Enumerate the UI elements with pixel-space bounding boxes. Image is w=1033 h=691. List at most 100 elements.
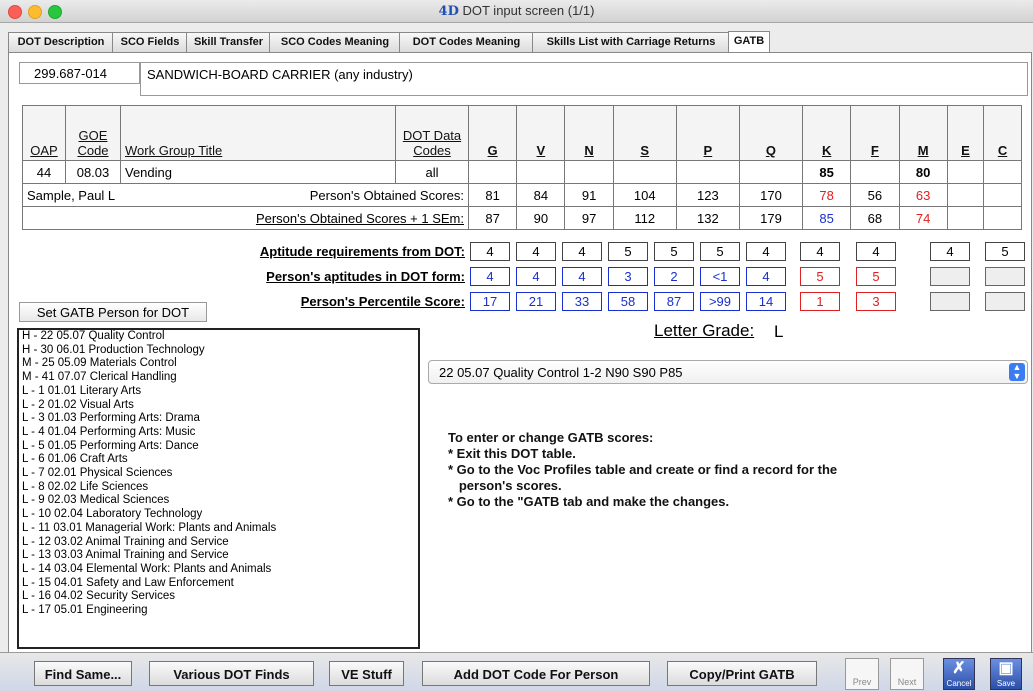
percentile-box: 58 [608,292,648,311]
tab-sco-fields[interactable]: SCO Fields [112,32,188,52]
percentile-box: 87 [654,292,694,311]
tab-skill-transfer[interactable]: Skill Transfer [186,32,271,52]
dot-title-field[interactable]: SANDWICH-BOARD CARRIER (any industry) [140,62,1028,96]
tab-dot-codes-meaning[interactable]: DOT Codes Meaning [399,32,534,52]
list-item[interactable]: L - 5 01.05 Performing Arts: Dance [19,440,418,454]
percentile-box: 3 [856,292,896,311]
sem-cell: 87 [467,206,518,230]
list-item[interactable]: L - 8 02.02 Life Sciences [19,481,418,495]
window-title: 4D DOT input screen (1/1) [0,3,1033,19]
header-apt-m: M [898,105,948,161]
next-button[interactable]: Next [890,658,924,690]
letter-grade-label: Letter Grade: [654,321,755,340]
table-row: Person's Obtained Scores + 1 SEm: 87 90 … [22,206,1022,230]
oap-cell: 44 [22,160,66,184]
various-dot-finds-button[interactable]: Various DOT Finds [149,661,314,686]
chevron-up-down-icon: ▲ ▼ [1009,363,1025,381]
instruction-line: * Go to the Voc Profiles table and creat… [448,462,838,477]
prev-button[interactable]: Prev [845,658,879,690]
person-apt-box: 5 [800,267,840,286]
score-cell: 123 [675,183,740,207]
header-apt-n: N [564,105,614,161]
header-apt-v: V [516,105,566,161]
percentile-box [985,292,1025,311]
list-item[interactable]: L - 14 03.04 Elemental Work: Plants and … [19,563,418,577]
tab-dot-description[interactable]: DOT Description [8,32,114,52]
person-apt-box [930,267,970,286]
list-item[interactable]: L - 1 01.01 Literary Arts [19,385,418,399]
sem-cell: 74 [898,206,948,230]
save-button[interactable]: ▣ Save [990,658,1022,690]
dot-data-cell: all [395,160,469,184]
list-item[interactable]: L - 6 01.06 Craft Arts [19,453,418,467]
list-item[interactable]: L - 9 02.03 Medical Sciences [19,494,418,508]
percentile-label: Person's Percentile Score: [300,294,465,309]
score-cell: 81 [467,183,518,207]
instruction-line: * Exit this DOT table. [448,446,576,461]
tab-gatb[interactable]: GATB [728,31,770,53]
work-group-select[interactable]: 22 05.07 Quality Control 1-2 N90 S90 P85… [428,360,1028,384]
bottom-toolbar: Find Same... Various DOT Finds VE Stuff … [0,652,1033,691]
header-goe-code: GOE Code [65,105,121,161]
percentile-box: 14 [746,292,786,311]
letter-grade-value: L [764,320,794,344]
person-aptitudes-label: Person's aptitudes in DOT form: [266,269,465,284]
goe-cell: 08.03 [65,160,121,184]
list-item[interactable]: L - 12 03.02 Animal Training and Service [19,536,418,550]
percentile-box [930,292,970,311]
req-cell [516,160,566,184]
score-cell: 63 [898,183,948,207]
list-item[interactable]: L - 16 04.02 Security Services [19,590,418,604]
tab-skills-list[interactable]: Skills List with Carriage Returns [532,32,730,52]
work-group-select-value: 22 05.07 Quality Control 1-2 N90 S90 P85 [439,365,683,380]
set-gatb-person-button[interactable]: Set GATB Person for DOT [19,302,207,322]
apt-req-box: 5 [985,242,1025,261]
apt-req-box: 5 [654,242,694,261]
req-cell [564,160,614,184]
score-cell: 84 [516,183,566,207]
sem-cell: 85 [802,206,852,230]
sem-cell: 112 [612,206,677,230]
list-item[interactable]: M - 41 07.07 Clerical Handling [19,371,418,385]
header-apt-p: P [675,105,740,161]
apt-req-box: 5 [608,242,648,261]
work-group-list[interactable]: H - 22 05.07 Quality Control H - 30 06.0… [17,328,420,649]
list-item[interactable]: H - 22 05.07 Quality Control [19,330,418,344]
find-same-button[interactable]: Find Same... [34,661,132,686]
list-item[interactable]: L - 17 05.01 Engineering [19,604,418,618]
list-item[interactable]: L - 4 01.04 Performing Arts: Music [19,426,418,440]
copy-print-gatb-button[interactable]: Copy/Print GATB [667,661,817,686]
header-work-group-title: Work Group Title [120,105,396,161]
score-cell: 91 [564,183,614,207]
score-cell [983,183,1022,207]
req-cell [467,160,518,184]
add-dot-code-button[interactable]: Add DOT Code For Person [422,661,650,686]
req-cell: 85 [802,160,852,184]
apt-req-box: 4 [800,242,840,261]
list-item[interactable]: L - 7 02.01 Physical Sciences [19,467,418,481]
req-cell: 80 [898,160,948,184]
person-apt-box: 5 [856,267,896,286]
tab-sco-codes-meaning[interactable]: SCO Codes Meaning [269,32,401,52]
list-item[interactable]: L - 10 02.04 Laboratory Technology [19,508,418,522]
sem-cell [983,206,1022,230]
cancel-button[interactable]: ✗ Cancel [943,658,975,690]
person-apt-box: 4 [470,267,510,286]
list-item[interactable]: L - 2 01.02 Visual Arts [19,399,418,413]
req-cell [946,160,985,184]
4d-logo-icon: 4D [438,4,459,19]
ve-stuff-button[interactable]: VE Stuff [329,661,404,686]
list-item[interactable]: H - 30 06.01 Production Technology [19,344,418,358]
sem-cell: 90 [516,206,566,230]
apt-req-box: 4 [856,242,896,261]
cancel-x-icon: ✗ [952,660,966,677]
list-item[interactable]: L - 3 01.03 Performing Arts: Drama [19,412,418,426]
dot-code-field[interactable]: 299.687-014 [19,62,140,84]
list-item[interactable]: L - 15 04.01 Safety and Law Enforcement [19,577,418,591]
req-cell [850,160,900,184]
list-item[interactable]: L - 11 03.01 Managerial Work: Plants and… [19,522,418,536]
table-row: Sample, Paul L Person's Obtained Scores:… [22,183,1022,207]
list-item[interactable]: L - 13 03.03 Animal Training and Service [19,549,418,563]
percentile-box: 21 [516,292,556,311]
list-item[interactable]: M - 25 05.09 Materials Control [19,357,418,371]
